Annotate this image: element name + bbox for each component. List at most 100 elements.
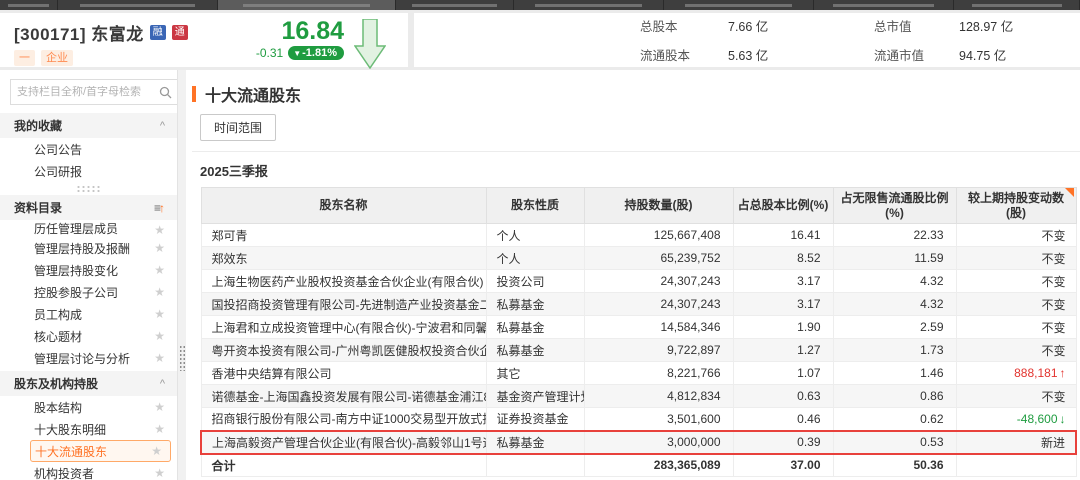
top-tab[interactable] bbox=[514, 0, 664, 10]
star-icon[interactable]: ★ bbox=[154, 466, 165, 480]
cell-change: 不变 bbox=[956, 316, 1076, 339]
sidebar-item[interactable]: 管理层持股及报酬★ bbox=[0, 237, 177, 259]
enterprise-tag[interactable]: 企业 bbox=[41, 50, 73, 66]
sidebar-item[interactable]: 机构投资者★ bbox=[0, 462, 177, 480]
cell-change: 不变 bbox=[956, 293, 1076, 316]
star-icon[interactable]: ★ bbox=[154, 223, 165, 237]
search-icon[interactable] bbox=[159, 86, 172, 99]
cell-change: 新进 bbox=[956, 431, 1076, 454]
cell-shareholder-nature: 基金资产管理计划 bbox=[486, 385, 584, 408]
cell-shareholder-nature: 个人 bbox=[486, 247, 584, 270]
sidebar-item-label: 控股参股子公司 bbox=[34, 284, 154, 301]
cell-shareholder-name: 粤开资本投资有限公司-广州粤凯医健股权投资合伙企业(有... bbox=[201, 339, 486, 362]
star-icon[interactable]: ★ bbox=[154, 285, 165, 299]
top-tab[interactable] bbox=[58, 0, 218, 10]
sidebar-item-label: 管理层讨论与分析 bbox=[34, 350, 154, 367]
sidebar-item[interactable]: 控股参股子公司★ bbox=[0, 281, 177, 303]
shareholder-row[interactable]: 上海高毅资产管理合伙企业(有限合伙)-高毅邻山1号远望基金私募基金3,000,0… bbox=[201, 431, 1076, 454]
time-range-button[interactable]: 时间范围 bbox=[200, 114, 276, 141]
sidebar-section-header[interactable]: 我的收藏 ^ bbox=[0, 113, 177, 138]
app-window: [300171] 东富龙 融 通 一 企业 16.84 -0.31 ▼-1.81… bbox=[0, 0, 1080, 480]
cell-pct-total: 1.07 bbox=[733, 362, 833, 385]
cell-shareholder-name: 上海君和立成投资管理中心(有限合伙)-宁波君和同馨股权投... bbox=[201, 316, 486, 339]
cell-change: 不变 bbox=[956, 385, 1076, 408]
cell-shares: 24,307,243 bbox=[584, 293, 733, 316]
connect-badge: 通 bbox=[172, 25, 188, 40]
shareholder-row[interactable]: 香港中央结算有限公司其它8,221,7661.071.46888,181↑ bbox=[201, 362, 1076, 385]
top-tab[interactable] bbox=[664, 0, 814, 10]
sidebar-item-label: 十大股东明细 bbox=[34, 421, 154, 438]
star-icon[interactable]: ★ bbox=[154, 241, 165, 255]
sidebar-item[interactable]: 核心题材★ bbox=[0, 325, 177, 347]
splitter-grip-icon[interactable] bbox=[179, 345, 185, 371]
shareholder-row[interactable]: 郑可青个人125,667,40816.4122.33不变 bbox=[201, 224, 1076, 247]
top-tab-active[interactable] bbox=[218, 0, 396, 10]
cell-pct-total: 3.17 bbox=[733, 270, 833, 293]
sidebar-item[interactable]: 历任管理层成员★ bbox=[0, 220, 177, 237]
sort-icon[interactable]: ≡↑ bbox=[154, 201, 165, 215]
drag-handle-icon[interactable] bbox=[76, 185, 102, 193]
cell-shareholder-name: 诺德基金-上海国鑫投资发展有限公司-诺德基金浦江890号... bbox=[201, 385, 486, 408]
panel-splitter[interactable] bbox=[178, 70, 186, 480]
cell-shares: 8,221,766 bbox=[584, 362, 733, 385]
top-tab[interactable] bbox=[0, 0, 58, 10]
star-icon[interactable]: ★ bbox=[151, 444, 162, 458]
stat-value: 94.75 亿 bbox=[959, 45, 1006, 64]
star-icon[interactable]: ★ bbox=[154, 307, 165, 321]
cell-shares: 3,501,600 bbox=[584, 408, 733, 431]
stat-label: 总市值 bbox=[874, 16, 959, 35]
sidebar-item-label: 公司公告 bbox=[34, 141, 165, 158]
sidebar-item[interactable]: 十大股东明细★ bbox=[0, 418, 177, 440]
sidebar-item[interactable]: 股本结构★ bbox=[0, 396, 177, 418]
cell-shareholder-nature: 私募基金 bbox=[486, 316, 584, 339]
column-header: 持股数量(股) bbox=[584, 188, 733, 224]
sidebar-section-label: 我的收藏 bbox=[14, 117, 62, 134]
sidebar-item-label: 历任管理层成员 bbox=[34, 220, 154, 237]
cell-shares: 125,667,408 bbox=[584, 224, 733, 247]
shareholder-row[interactable]: 国投招商投资管理有限公司-先进制造产业投资基金二期(有...私募基金24,307… bbox=[201, 293, 1076, 316]
top-tab-bar bbox=[0, 0, 1080, 10]
cell-shares: 14,584,346 bbox=[584, 316, 733, 339]
shareholder-row[interactable]: 上海生物医药产业股权投资基金合伙企业(有限合伙)投资公司24,307,2433.… bbox=[201, 270, 1076, 293]
stock-code-name: [300171] 东富龙 bbox=[14, 20, 144, 45]
shareholder-row[interactable]: 诺德基金-上海国鑫投资发展有限公司-诺德基金浦江890号...基金资产管理计划4… bbox=[201, 385, 1076, 408]
shareholder-row[interactable]: 上海君和立成投资管理中心(有限合伙)-宁波君和同馨股权投...私募基金14,58… bbox=[201, 316, 1076, 339]
shareholder-row[interactable]: 郑效东个人65,239,7528.5211.59不变 bbox=[201, 247, 1076, 270]
star-icon[interactable]: ★ bbox=[154, 329, 165, 343]
sidebar-item[interactable]: 员工构成★ bbox=[0, 303, 177, 325]
sidebar-item-current[interactable]: 十大流通股东★ bbox=[30, 440, 171, 462]
annotation-corner-icon bbox=[1065, 188, 1074, 197]
star-icon[interactable]: ★ bbox=[154, 263, 165, 277]
star-icon[interactable]: ★ bbox=[154, 400, 165, 414]
shareholder-row[interactable]: 粤开资本投资有限公司-广州粤凯医健股权投资合伙企业(有...私募基金9,722,… bbox=[201, 339, 1076, 362]
sidebar-item[interactable]: 公司公告 bbox=[0, 138, 177, 160]
cell-shareholder-nature: 私募基金 bbox=[486, 339, 584, 362]
cell-shareholder-nature: 私募基金 bbox=[486, 431, 584, 454]
chevron-up-icon[interactable]: ^ bbox=[160, 120, 165, 132]
cell-change bbox=[956, 454, 1076, 477]
sidebar-item-label: 股本结构 bbox=[34, 399, 154, 416]
cell-pct-total: 16.41 bbox=[733, 224, 833, 247]
sidebar-section-label: 股东及机构持股 bbox=[14, 375, 98, 392]
stock-header: [300171] 东富龙 融 通 一 企业 16.84 -0.31 ▼-1.81… bbox=[0, 10, 1080, 70]
sidebar-section-header[interactable]: 股东及机构持股 ^ bbox=[0, 371, 177, 396]
star-icon[interactable]: ★ bbox=[154, 422, 165, 436]
sidebar-item[interactable]: 公司研报 bbox=[0, 160, 177, 182]
down-arrow-icon bbox=[354, 19, 386, 69]
star-icon[interactable]: ★ bbox=[154, 351, 165, 365]
top-tab[interactable] bbox=[954, 0, 1080, 10]
sidebar-search-input[interactable] bbox=[17, 86, 159, 98]
sidebar-item[interactable]: 管理层持股变化★ bbox=[0, 259, 177, 281]
down-arrow-icon: ↓ bbox=[1060, 412, 1066, 426]
cell-shares: 4,812,834 bbox=[584, 385, 733, 408]
top-tab[interactable] bbox=[814, 0, 954, 10]
cell-pct-float: 50.36 bbox=[833, 454, 956, 477]
sidebar-item[interactable]: 管理层讨论与分析★ bbox=[0, 347, 177, 369]
top-tab[interactable] bbox=[396, 0, 514, 10]
dash-tag[interactable]: 一 bbox=[14, 50, 35, 66]
sidebar-section-header[interactable]: 资料目录≡↑ bbox=[0, 195, 177, 220]
stat-value: 7.66 亿 bbox=[728, 16, 874, 35]
cell-pct-float: 22.33 bbox=[833, 224, 956, 247]
shareholder-row[interactable]: 招商银行股份有限公司-南方中证1000交易型开放式指数证...证券投资基金3,5… bbox=[201, 408, 1076, 431]
chevron-up-icon[interactable]: ^ bbox=[160, 378, 165, 390]
